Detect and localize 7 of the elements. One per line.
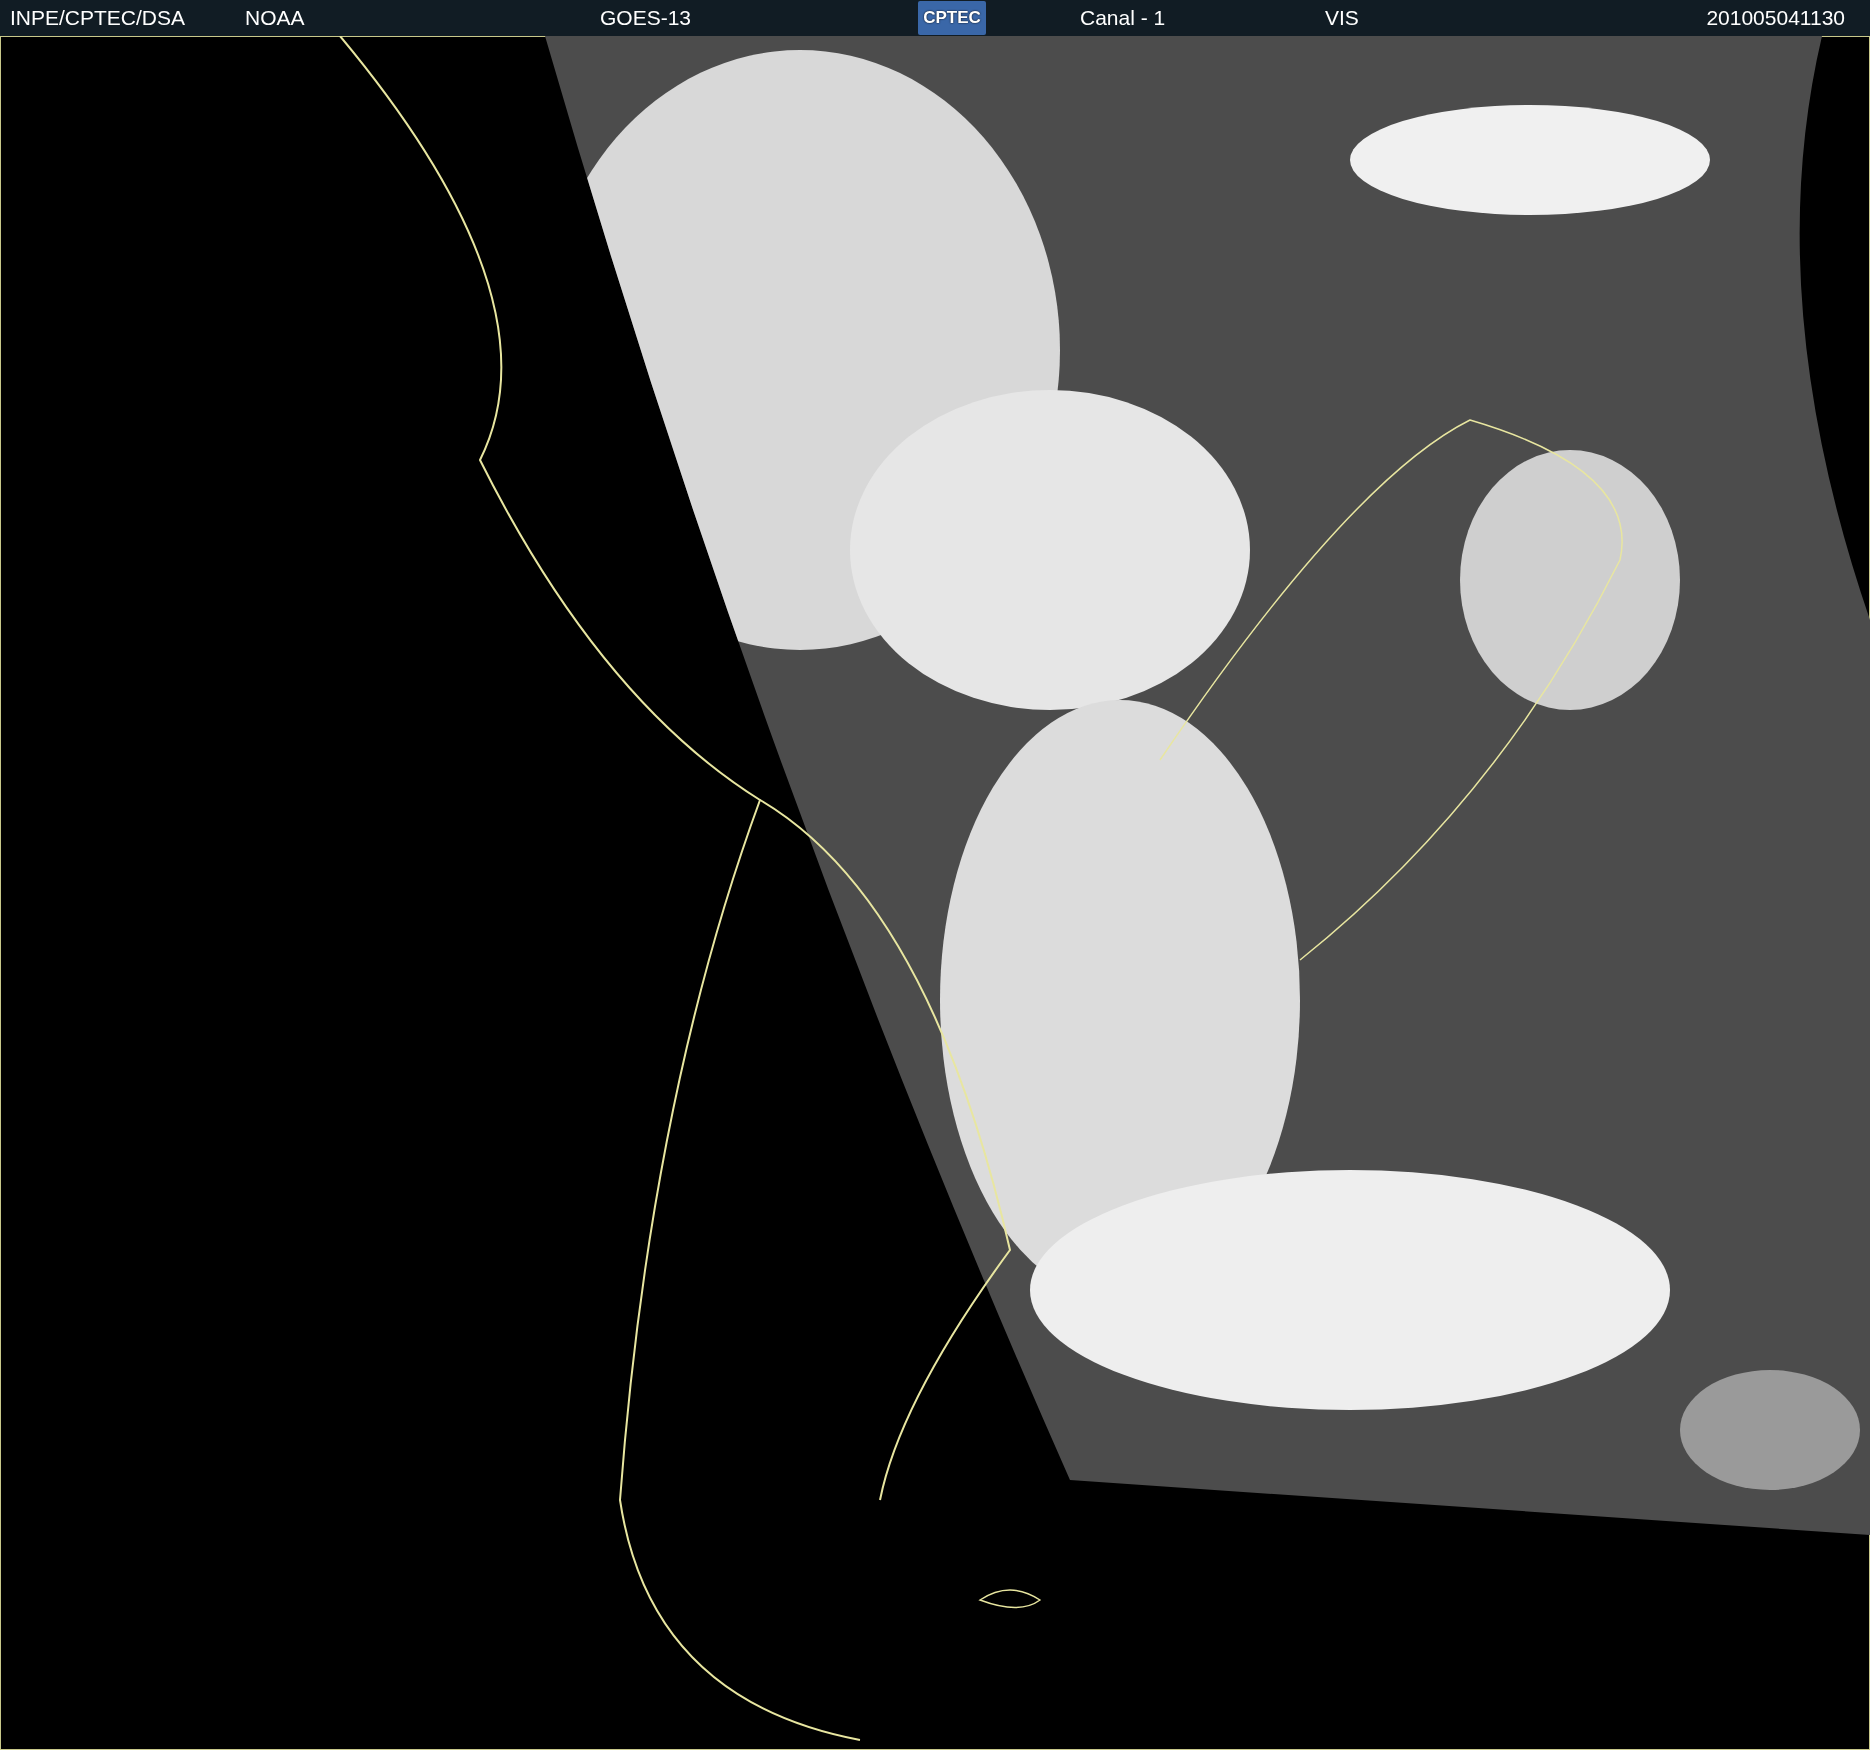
header-label: GOES-13: [600, 6, 693, 30]
timestamp: 201005041130: [1706, 6, 1846, 30]
header-label: INPE/CPTEC/DSA: [10, 6, 187, 30]
logo: CPTEC: [918, 1, 986, 35]
header-label: NOAA: [245, 6, 306, 30]
header-label: Canal - 1: [1080, 6, 1167, 30]
header-label: VIS: [1325, 6, 1360, 30]
